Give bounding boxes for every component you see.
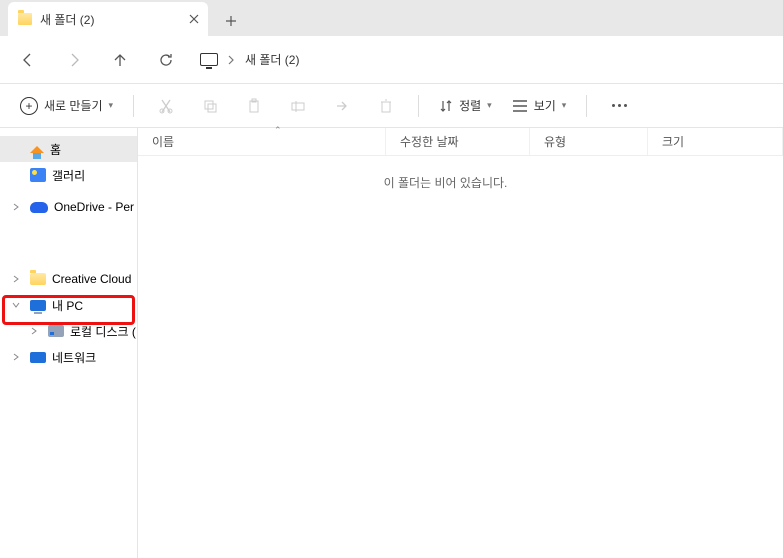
nav-label: 갤러리 [52, 167, 85, 184]
nav-home[interactable]: 홈 [0, 136, 137, 162]
nav-label: OneDrive - Per [54, 200, 134, 214]
file-list-area: ⌃ 이름 수정한 날짜 유형 크기 이 폴더는 비어 있습니다. [138, 128, 783, 558]
disk-icon [48, 325, 64, 337]
folder-icon [18, 13, 32, 25]
nav-label: 로컬 디스크 ( [70, 323, 136, 340]
nav-this-pc[interactable]: 내 PC [0, 292, 137, 318]
sort-icon [439, 99, 453, 113]
expand-icon[interactable] [12, 275, 24, 283]
nav-creative-cloud[interactable]: Creative Cloud [0, 266, 137, 292]
copy-button[interactable] [192, 91, 228, 121]
column-date[interactable]: 수정한 날짜 [386, 128, 530, 155]
address-bar: 새 폴더 (2) [0, 36, 783, 84]
gallery-icon [30, 168, 46, 182]
plus-circle-icon: + [20, 97, 38, 115]
close-tab-button[interactable] [188, 13, 200, 25]
nav-label: 내 PC [52, 297, 83, 314]
tab-title: 새 폴더 (2) [40, 11, 180, 28]
new-button[interactable]: + 새로 만들기 ▾ [14, 91, 119, 121]
navigation-pane: 홈 갤러리 OneDrive - Per Creative Cloud [0, 128, 138, 558]
pc-icon [200, 53, 218, 66]
folder-icon [30, 273, 46, 285]
nav-label: 네트워크 [52, 349, 96, 366]
collapse-icon[interactable] [12, 301, 24, 309]
back-button[interactable] [12, 44, 44, 76]
new-tab-button[interactable] [216, 6, 246, 36]
chevron-down-icon: ▾ [562, 100, 567, 111]
empty-folder-message: 이 폴더는 비어 있습니다. [138, 174, 783, 191]
up-button[interactable] [104, 44, 136, 76]
separator [133, 95, 134, 117]
nav-onedrive[interactable]: OneDrive - Per [0, 194, 137, 220]
delete-button[interactable] [368, 91, 404, 121]
chevron-down-icon: ▾ [487, 100, 492, 111]
breadcrumb[interactable]: 새 폴더 (2) [200, 51, 299, 68]
column-size[interactable]: 크기 [648, 128, 783, 155]
onedrive-icon [30, 202, 48, 213]
nav-gallery[interactable]: 갤러리 [0, 162, 137, 188]
view-icon [512, 99, 528, 113]
share-button[interactable] [324, 91, 360, 121]
tab-active[interactable]: 새 폴더 (2) [8, 2, 208, 36]
expand-icon[interactable] [12, 203, 24, 211]
paste-button[interactable] [236, 91, 272, 121]
nav-network[interactable]: 네트워크 [0, 344, 137, 370]
chevron-down-icon: ▾ [109, 100, 114, 111]
view-button-label: 보기 [534, 97, 556, 114]
cut-button[interactable] [148, 91, 184, 121]
sort-indicator-icon: ⌃ [274, 125, 282, 136]
chevron-right-icon [228, 55, 235, 65]
sort-button[interactable]: 정렬 ▾ [433, 91, 498, 121]
sort-button-label: 정렬 [459, 97, 481, 114]
tab-bar: 새 폴더 (2) [0, 0, 783, 36]
more-button[interactable] [601, 91, 637, 121]
new-button-label: 새로 만들기 [44, 97, 103, 114]
breadcrumb-current[interactable]: 새 폴더 (2) [245, 51, 299, 68]
nav-local-disk[interactable]: 로컬 디스크 ( [0, 318, 137, 344]
separator [418, 95, 419, 117]
forward-button[interactable] [58, 44, 90, 76]
column-type[interactable]: 유형 [530, 128, 648, 155]
column-name[interactable]: 이름 [138, 128, 386, 155]
toolbar: + 새로 만들기 ▾ 정렬 ▾ 보기 ▾ [0, 84, 783, 128]
refresh-button[interactable] [150, 44, 182, 76]
view-button[interactable]: 보기 ▾ [506, 91, 573, 121]
rename-button[interactable] [280, 91, 316, 121]
nav-label: 홈 [50, 141, 61, 158]
nav-label: Creative Cloud [52, 272, 131, 286]
pc-icon [30, 300, 46, 311]
separator [586, 95, 587, 117]
column-headers: ⌃ 이름 수정한 날짜 유형 크기 [138, 128, 783, 156]
expand-icon[interactable] [30, 327, 42, 335]
home-icon [30, 146, 44, 153]
more-icon [612, 104, 627, 107]
network-icon [30, 352, 46, 363]
expand-icon[interactable] [12, 353, 24, 361]
